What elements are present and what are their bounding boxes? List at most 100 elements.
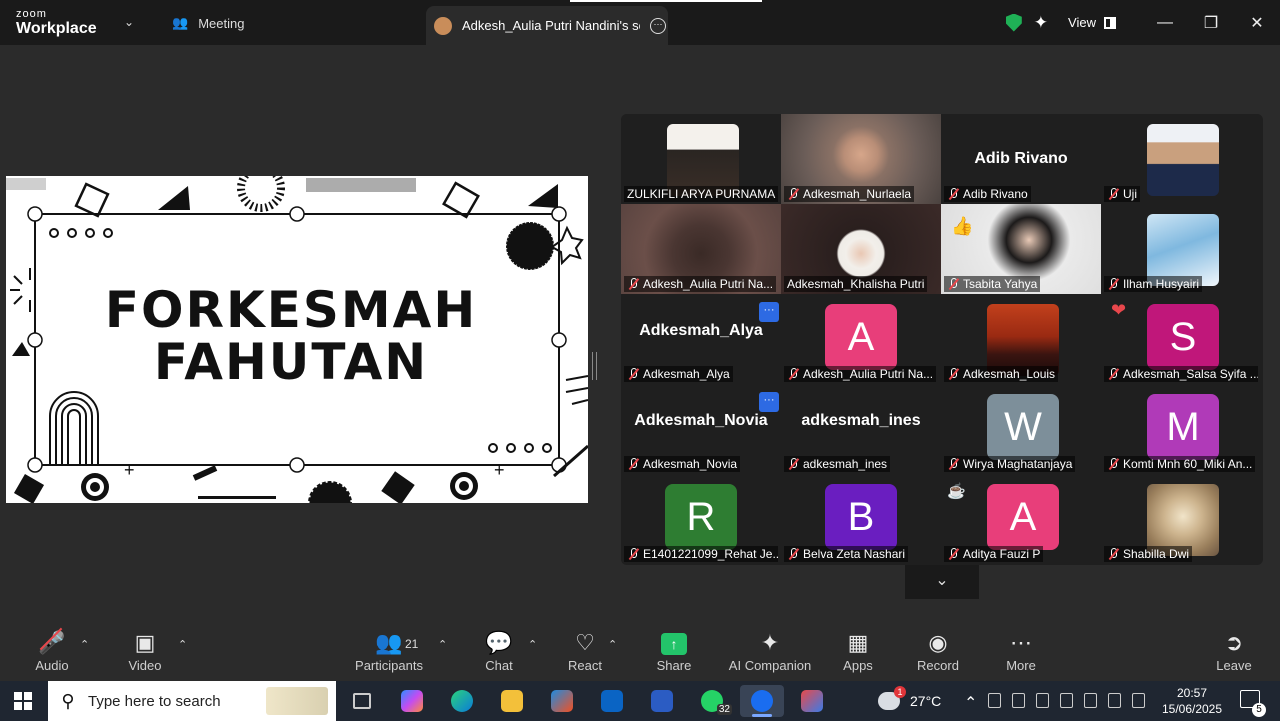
chevron-up-icon[interactable]: ⌃ — [438, 638, 447, 651]
participant-display-name: adkesmah_ines — [801, 412, 921, 429]
mic-muted-icon — [947, 548, 959, 560]
minimize-button[interactable]: — — [1142, 14, 1188, 32]
participant-tile[interactable]: ZULKIFLI ARYA PURNAMA — [621, 114, 781, 204]
meeting-toolbar: 🎤 Audio ⌃ ▣ Video ⌃ 👥 Participants 21 ⌃ … — [0, 624, 1280, 681]
edge-icon[interactable] — [440, 685, 484, 717]
record-button[interactable]: ◉ Record — [893, 624, 983, 673]
apps-button[interactable]: ▦ Apps — [813, 624, 903, 673]
more-options-icon[interactable]: ··· — [759, 302, 779, 322]
participant-name: Komti Mnh 60_Miki An... — [1104, 456, 1256, 472]
participant-tile[interactable]: B Belva Zeta Nashari — [781, 474, 941, 564]
chevron-up-icon[interactable]: ⌃ — [528, 638, 537, 651]
zoom-taskbar-icon[interactable] — [740, 685, 784, 717]
participant-tile[interactable]: Shabilla Dwi — [1101, 474, 1261, 564]
apps-icon: ▦ — [847, 630, 869, 655]
participant-name: Adkesmah_Alya — [624, 366, 733, 382]
tray-app-icon[interactable] — [988, 693, 1001, 708]
temperature: 27°C — [910, 693, 942, 709]
word-icon[interactable] — [640, 685, 684, 717]
chat-label: Chat — [485, 658, 513, 673]
snipping-tool-icon[interactable] — [790, 685, 834, 717]
chevron-down-icon[interactable]: ⌄ — [124, 15, 134, 29]
split-resize-handle[interactable] — [592, 352, 597, 380]
participant-tile[interactable]: A Adkesh_Aulia Putri Na... — [781, 294, 941, 384]
participant-tile[interactable]: adkesmah_ines adkesmah_ines — [781, 384, 941, 474]
participant-tile[interactable]: R E1401221099_Rehat Je... — [621, 474, 781, 564]
participant-name: Adkesmah_Louis — [944, 366, 1059, 382]
avatar: A — [987, 484, 1059, 550]
mic-muted-icon — [947, 278, 959, 290]
more-options-icon[interactable]: ··· — [650, 17, 666, 34]
chevron-up-icon[interactable]: ⌃ — [964, 693, 977, 712]
outlook-icon[interactable] — [590, 685, 634, 717]
chevron-up-icon[interactable]: ⌃ — [178, 638, 187, 651]
participants-button[interactable]: 👥 Participants — [344, 624, 434, 673]
participant-tile[interactable]: 👍 Tsabita Yahya — [941, 204, 1101, 294]
sparkle-icon[interactable]: ✦ — [1034, 13, 1048, 33]
chevron-down-icon[interactable]: ⌄ — [905, 565, 979, 599]
search-icon: ⚲ — [61, 690, 75, 711]
mic-muted-icon — [787, 368, 799, 380]
participant-tile[interactable]: ☕ A Aditya Fauzi P — [941, 474, 1101, 564]
volume-icon[interactable] — [1108, 693, 1121, 708]
store-icon[interactable] — [540, 685, 584, 717]
chevron-up-icon[interactable]: ⌃ — [608, 638, 617, 651]
monitor-icon[interactable] — [1060, 693, 1073, 708]
device-icon[interactable] — [1036, 693, 1049, 708]
participant-tile[interactable]: W Wirya Maghatanjaya — [941, 384, 1101, 474]
participant-tile[interactable]: Uji — [1101, 114, 1261, 204]
shield-icon[interactable] — [1005, 13, 1022, 32]
camera-icon: ▣ — [134, 630, 156, 655]
tab-screen-share[interactable]: Adkesh_Aulia Putri Nandini's scree ··· — [426, 6, 668, 45]
tab-meeting[interactable]: 👥 Meeting — [172, 12, 244, 34]
mic-muted-icon — [787, 548, 799, 560]
participant-gallery: ZULKIFLI ARYA PURNAMA Adkesmah_Nurlaela … — [621, 114, 1263, 565]
leave-button[interactable]: ➲ Leave — [1189, 624, 1279, 673]
share-button[interactable]: ↑ Share — [629, 624, 719, 673]
participant-display-name: Adkesmah_Novia — [634, 412, 768, 429]
close-button[interactable]: ✕ — [1234, 13, 1280, 33]
wifi-icon[interactable] — [1132, 693, 1145, 708]
participant-tile[interactable]: Adkesmah_Louis — [941, 294, 1101, 384]
taskbar-search[interactable]: ⚲ Type here to search — [48, 681, 336, 721]
mic-muted-icon — [1107, 548, 1119, 560]
more-options-icon[interactable]: ··· — [759, 392, 779, 412]
record-label: Record — [917, 658, 959, 673]
copilot-icon[interactable] — [390, 685, 434, 717]
more-button[interactable]: ⋯ More — [976, 624, 1066, 673]
zoom-logo: zoom Workplace — [16, 9, 97, 37]
tab-share-label: Adkesh_Aulia Putri Nandini's scree — [462, 18, 640, 33]
onedrive-icon[interactable] — [1012, 693, 1025, 708]
participant-tile[interactable]: Adib Rivano Adib Rivano — [941, 114, 1101, 204]
chevron-up-icon[interactable]: ⌃ — [80, 638, 89, 651]
windows-start-icon[interactable] — [14, 692, 32, 710]
thumbs-up-icon: 👍 — [951, 216, 974, 236]
battery-icon[interactable] — [1084, 693, 1097, 708]
participant-tile-active-speaker[interactable]: Adkesmah_Khalisha Putri — [781, 204, 941, 294]
svg-text:+: + — [124, 460, 135, 480]
participant-name: Adkesmah_Khalisha Putri — [784, 276, 928, 292]
view-button[interactable]: View — [1068, 15, 1116, 30]
whatsapp-icon[interactable]: 32 — [690, 685, 734, 717]
participant-tile[interactable]: ❤ S Adkesmah_Salsa Syifa ... — [1101, 294, 1261, 384]
ai-companion-button[interactable]: ✦ AI Companion — [725, 624, 815, 673]
participant-tile[interactable]: Adkesmah_Alya ··· Adkesmah_Alya — [621, 294, 781, 384]
mic-muted-icon — [947, 368, 959, 380]
participant-tile[interactable]: M Komti Mnh 60_Miki An... — [1101, 384, 1261, 474]
participant-tile[interactable]: Ilham Husyairi — [1101, 204, 1261, 294]
participant-name: Wirya Maghatanjaya — [944, 456, 1076, 472]
restore-button[interactable]: ❐ — [1188, 13, 1234, 33]
video-button[interactable]: ▣ Video — [100, 624, 190, 673]
avatar: M — [1147, 394, 1219, 460]
participant-tile[interactable]: Adkesmah_Nurlaela — [781, 114, 941, 204]
avatar: B — [825, 484, 897, 550]
participant-display-name: Adib Rivano — [974, 150, 1068, 167]
weather-widget[interactable]: 27°C — [878, 681, 941, 721]
task-view-icon[interactable] — [340, 685, 384, 717]
participant-tile[interactable]: Adkesmah_Novia ··· Adkesmah_Novia — [621, 384, 781, 474]
file-explorer-icon[interactable] — [490, 685, 534, 717]
participant-tile[interactable]: Adkesh_Aulia Putri Na... — [621, 204, 781, 294]
participant-name: Adkesh_Aulia Putri Na... — [784, 366, 937, 382]
clock[interactable]: 20:57 15/06/2025 — [1156, 685, 1228, 717]
slide-title-line-1: FORKESMAH — [104, 281, 478, 339]
